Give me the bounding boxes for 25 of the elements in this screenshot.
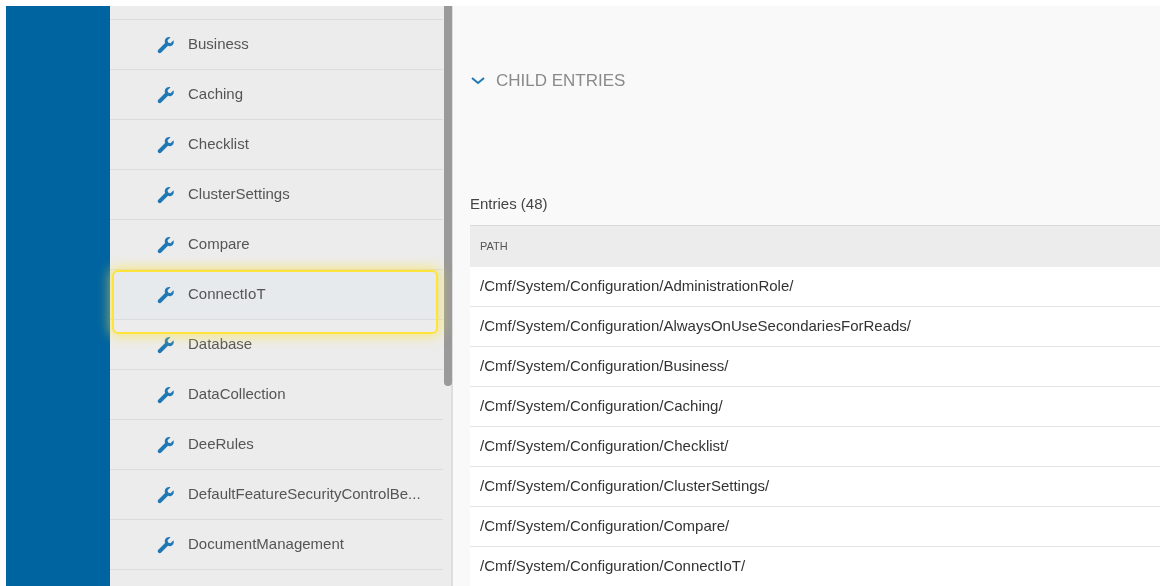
table-cell: /Cmf/System/Configuration/Compare/ [470, 507, 1160, 547]
table-cell: /Cmf/System/Configuration/Business/ [470, 347, 1160, 387]
chevron-icon[interactable] [470, 75, 486, 86]
wrench-icon [156, 84, 176, 105]
sidebar-item[interactable]: ConnectIoT [110, 270, 443, 320]
section-title: CHILD ENTRIES [496, 70, 626, 92]
column-header[interactable]: PATH [470, 225, 1160, 267]
table-cell: /Cmf/System/Configuration/Checklist/ [470, 427, 1160, 467]
wrench-icon [156, 284, 176, 305]
wrench-icon [156, 334, 176, 355]
wrench-icon [156, 434, 176, 455]
scrollbar-thumb[interactable] [444, 6, 452, 386]
wrench-icon [156, 534, 176, 555]
wrench-icon [156, 184, 176, 205]
table-cell: /Cmf/System/Configuration/ClusterSettings/ [470, 467, 1160, 507]
wrench-icon [156, 484, 176, 505]
wrench-icon [156, 34, 176, 55]
table-cell: /Cmf/System/Configuration/Caching/ [470, 387, 1160, 427]
wrench-icon [156, 234, 176, 255]
table-title: Entries (48) [470, 193, 549, 214]
wrench-icon [156, 384, 176, 405]
wrench-icon [156, 134, 176, 155]
table-cell: /Cmf/System/Configuration/AlwaysOnUseSecondariesForReads/ [470, 307, 1160, 347]
table-cell: /Cmf/System/Configuration/ConnectIoT/ [470, 547, 1160, 586]
table-cell: /Cmf/System/Configuration/AdministrationRole/ [470, 267, 1160, 307]
